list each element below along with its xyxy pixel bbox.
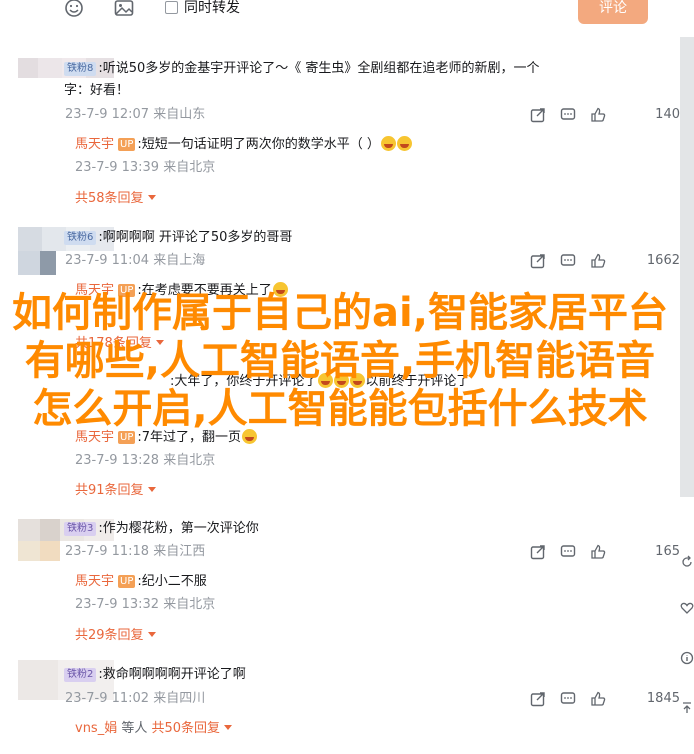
share-icon[interactable] xyxy=(530,544,546,560)
chevron-down-icon xyxy=(147,195,156,200)
reply-text: :纪小二不服 xyxy=(137,574,207,589)
comment-meta: 23-7-9 12:07 来自山东 xyxy=(65,107,206,122)
reply-author[interactable]: 馬天宇 xyxy=(75,137,114,152)
reply-meta: 23-7-9 13:32 来自北京 xyxy=(75,597,216,612)
share-icon[interactable] xyxy=(530,253,546,269)
more-replies-link[interactable]: 共91条回复 xyxy=(75,482,156,500)
scrollbar-track[interactable] xyxy=(680,37,694,497)
reply-author[interactable]: vns_娟 xyxy=(75,721,117,736)
comment-actions: 1845 xyxy=(530,691,680,709)
reply-summary[interactable]: vns_娟 等人 共50条回复 xyxy=(75,720,233,738)
up-badge: UP xyxy=(118,575,136,588)
fan-badge: 铁粉6 xyxy=(64,231,97,245)
comment-text: 铁粉2:救命啊啊啊啊开评论了啊 xyxy=(64,664,246,686)
like-count: 165 xyxy=(655,544,680,559)
like-count: 140 xyxy=(655,107,680,122)
reply-author[interactable]: 馬天宇 xyxy=(75,574,114,589)
like-icon[interactable] xyxy=(590,107,606,123)
chevron-down-icon xyxy=(147,487,156,492)
comment-actions: 165 xyxy=(530,544,680,562)
fan-badge: 铁粉8 xyxy=(64,62,97,76)
comment-actions: 1662 xyxy=(530,253,680,271)
heart-icon[interactable] xyxy=(680,600,694,616)
sync-checkbox[interactable] xyxy=(165,1,178,14)
comment-meta: 23-7-9 11:18 来自江西 xyxy=(65,544,206,559)
more-replies-link[interactable]: 共58条回复 xyxy=(75,190,156,208)
comment-text: 铁粉6:啊啊啊啊 开评论了50多岁的哥哥 xyxy=(64,227,292,249)
like-icon[interactable] xyxy=(590,691,606,707)
reply-meta: 23-7-9 13:28 来自北京 xyxy=(75,453,216,468)
more-replies-link[interactable]: 共50条回复 xyxy=(152,721,221,736)
share-icon[interactable] xyxy=(530,691,546,707)
fan-badge: 铁粉2 xyxy=(64,668,97,682)
chevron-down-icon xyxy=(147,632,156,637)
image-icon[interactable] xyxy=(114,0,134,18)
laugh-emoji-icon xyxy=(380,136,396,151)
comment-text-line2: 字：好看！ xyxy=(64,83,130,98)
reply-icon[interactable] xyxy=(560,691,576,707)
chevron-down-icon xyxy=(224,725,233,730)
comment-toolbar: 同时转发 评论 xyxy=(0,0,694,24)
reply-icon[interactable] xyxy=(560,253,576,269)
like-count: 1845 xyxy=(646,691,680,706)
refresh-icon[interactable] xyxy=(680,554,694,570)
submit-comment-button[interactable]: 评论 xyxy=(578,0,648,24)
like-icon[interactable] xyxy=(590,544,606,560)
comment-actions: 140 xyxy=(530,107,680,125)
top-icon[interactable] xyxy=(680,700,694,716)
more-replies-link[interactable]: 共29条回复 xyxy=(75,627,156,645)
reply-item: 馬天宇 UP:7年过了，翻一页 23-7-9 13:28 来自北京 xyxy=(75,429,258,470)
up-badge: UP xyxy=(118,138,136,151)
reply-item: 馬天宇 UP:纪小二不服 23-7-9 13:32 来自北京 xyxy=(75,573,215,614)
comment-meta: 23-7-9 11:04 来自上海 xyxy=(65,253,206,268)
info-icon[interactable] xyxy=(680,650,694,666)
comment-text: 铁粉8:听说50多岁的金基宇开评论了～《 寄生虫》全剧组都在追老师的新剧，一个 xyxy=(64,58,539,80)
smile-icon[interactable] xyxy=(64,0,84,18)
fan-badge: 铁粉3 xyxy=(64,522,97,536)
reply-text: :短短一句话证明了两次你的数学水平（ ） xyxy=(137,137,380,152)
like-count: 1662 xyxy=(646,253,680,268)
overlay-headline: 如何制作属于自己的ai,智能家居平台有哪些,人工智能语音,手机智能语音怎么开启,… xyxy=(12,290,668,432)
reply-meta: 23-7-9 13:39 来自北京 xyxy=(75,160,216,175)
comment-text: 铁粉3:作为樱花粉，第一次评论你 xyxy=(64,518,259,540)
like-icon[interactable] xyxy=(590,253,606,269)
reply-icon[interactable] xyxy=(560,107,576,123)
share-icon[interactable] xyxy=(530,107,546,123)
reply-item: 馬天宇 UP:短短一句话证明了两次你的数学水平（ ） 23-7-9 13:39 来… xyxy=(75,136,412,177)
laugh-emoji-icon xyxy=(396,136,412,151)
sync-label: 同时转发 xyxy=(184,0,240,16)
reply-icon[interactable] xyxy=(560,544,576,560)
comment-meta: 23-7-9 11:02 来自四川 xyxy=(65,691,206,706)
